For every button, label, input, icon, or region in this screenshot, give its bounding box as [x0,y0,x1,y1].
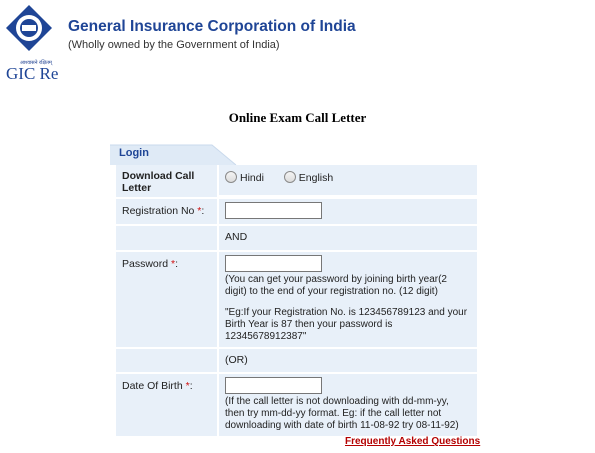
or-row: (OR) [116,349,477,374]
label-colon: : [175,258,179,270]
registration-label-cell: Registration No *: [116,199,217,224]
dob-label-cell: Date Of Birth *: [116,374,217,436]
radio-english-label: English [298,172,334,184]
radio-english[interactable] [283,171,296,183]
language-options: Hindi English [217,165,477,195]
label-colon: : [201,205,205,217]
registration-row: Registration No *: [116,199,477,226]
dob-input[interactable] [225,377,322,394]
radio-hindi[interactable] [225,171,237,183]
and-row-label-cell [116,226,217,250]
dob-row: Date Of Birth *: (If the call letter is … [116,374,477,438]
and-text: AND [217,226,477,250]
password-label: Password [122,258,169,270]
gic-re-logo: आश्वासने रक्षितम् GIC Re [2,3,59,83]
password-row: Password *: (You can get your password b… [116,252,477,349]
download-row: Download Call Letter Hindi English [116,165,477,199]
password-label-cell: Password *: [116,252,217,347]
login-form: Download Call Letter Hindi English Regis… [116,165,477,438]
login-tab: Login [110,143,242,165]
login-tab-label: Login [119,147,149,159]
org-name: General Insurance Corporation of India [68,18,356,35]
registration-input-cell [217,199,477,224]
or-row-label-cell [116,349,217,372]
and-row: AND [116,226,477,252]
password-input[interactable] [225,255,322,272]
dob-help-text: (If the call letter is not downloading w… [225,396,459,431]
password-input-cell: (You can get your password by joining bi… [217,252,477,347]
download-label: Download Call Letter [116,165,217,197]
or-text: (OR) [217,349,477,372]
gic-logo-emblem [6,5,52,51]
page-title: Online Exam Call Letter [228,110,367,125]
label-colon: : [189,380,193,392]
password-example-text: "Eg:If your Registration No. is 12345678… [225,307,468,342]
logo-text: GIC Re [6,64,59,83]
dob-label: Date Of Birth [122,380,183,392]
radio-hindi-label: Hindi [240,172,264,184]
faq-link[interactable]: Frequently Asked Questions [345,436,480,447]
org-subtitle: (Wholly owned by the Government of India… [68,39,280,51]
registration-label: Registration No [122,205,195,217]
dob-input-cell: (If the call letter is not downloading w… [217,374,477,436]
registration-input[interactable] [225,202,322,219]
password-help-text: (You can get your password by joining bi… [225,274,447,297]
